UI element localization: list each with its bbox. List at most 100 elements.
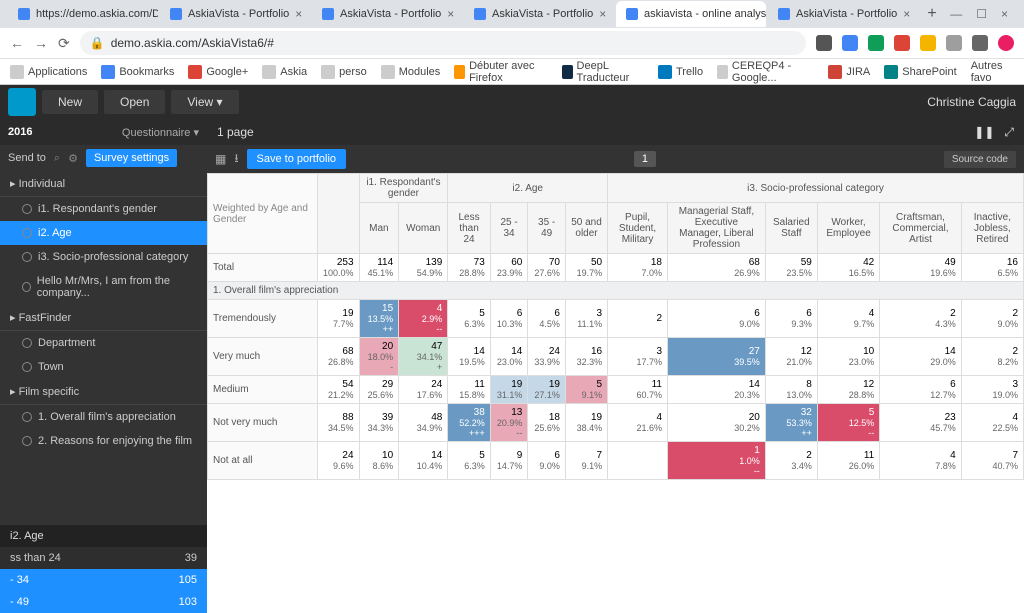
address-bar: ← → ⟳ 🔒 demo.askia.com/AskiaVista6/#	[0, 28, 1024, 58]
extension-icons	[816, 35, 1014, 51]
radio-icon	[22, 204, 32, 214]
preview-row[interactable]: - 34105	[0, 569, 207, 591]
bookmark-item[interactable]: JIRA	[828, 65, 870, 79]
download-icon[interactable]: ⭳	[234, 149, 238, 170]
preview-row[interactable]: ss than 2439	[0, 547, 207, 569]
sidebar-item-label: i1. Respondant's gender	[38, 203, 157, 215]
sidebar-item-label: Hello Mr/Mrs, I am from the company...	[37, 275, 197, 299]
sidebar-item-label: Department	[38, 337, 95, 349]
browser-tab[interactable]: AskiaVista - Portfolio×	[312, 1, 462, 27]
reload-icon[interactable]: ⟳	[58, 35, 70, 52]
bookmark-item[interactable]: SharePoint	[884, 65, 956, 79]
ext-icon[interactable]	[868, 35, 884, 51]
survey-selector[interactable]: 2016 Questionnaire ▾	[0, 119, 207, 145]
sidebar-item-label: 1. Overall film's appreciation	[38, 411, 176, 423]
forward-icon[interactable]: →	[34, 35, 48, 51]
radio-icon	[22, 228, 32, 238]
close-icon[interactable]: ×	[599, 7, 606, 21]
other-bookmarks[interactable]: Autres favo	[971, 60, 1014, 84]
radio-icon	[22, 282, 31, 292]
sidebar-group[interactable]: ▸ FastFinder	[0, 305, 207, 331]
sidebar-item-label: 2. Reasons for enjoying the film	[38, 435, 192, 447]
radio-icon	[22, 436, 32, 446]
bookmark-item[interactable]: Google+	[188, 65, 248, 79]
sidebar-item-label: i2. Age	[38, 227, 72, 239]
bookmark-item[interactable]: Modules	[381, 65, 441, 79]
bookmark-item[interactable]: Débuter avec Firefox	[454, 60, 547, 84]
close-icon[interactable]: ×	[295, 7, 302, 21]
expand-icon[interactable]: ⤢	[1004, 125, 1014, 140]
sidebar-item[interactable]: Hello Mr/Mrs, I am from the company...	[0, 269, 207, 305]
sidebar-item[interactable]: i1. Respondant's gender	[0, 197, 207, 221]
bookmark-item[interactable]: CEREQP4 - Google...	[717, 60, 814, 84]
new-button[interactable]: New	[42, 90, 98, 114]
send-to-label: Send to	[8, 152, 46, 164]
minimize-icon[interactable]: —	[950, 7, 962, 21]
browser-tab-active[interactable]: askiavista - online analysis c×	[616, 1, 766, 27]
sidebar-item[interactable]: 1. Overall film's appreciation	[0, 405, 207, 429]
ext-icon[interactable]	[946, 35, 962, 51]
sidebar-item[interactable]: i3. Socio-professional category	[0, 245, 207, 269]
source-code-button[interactable]: Source code	[944, 151, 1016, 168]
save-portfolio-button[interactable]: Save to portfolio	[247, 149, 347, 169]
radio-icon	[22, 338, 32, 348]
sidebar-item[interactable]: 2. Reasons for enjoying the film	[0, 429, 207, 453]
browser-tab[interactable]: AskiaVista - Portfolio×	[160, 1, 310, 27]
browser-tab[interactable]: AskiaVista - Portfolio×	[768, 1, 918, 27]
browser-chrome: https://demo.askia.com/De...× AskiaVista…	[0, 0, 1024, 85]
preview-header: i2. Age	[0, 525, 207, 547]
bookmark-item[interactable]: Trello	[658, 65, 703, 79]
sidebar-item[interactable]: i2. Age	[0, 221, 207, 245]
app-toolbar: New Open View ▾ Christine Caggia	[0, 85, 1024, 119]
user-label[interactable]: Christine Caggia	[927, 95, 1016, 109]
close-icon[interactable]: ×	[447, 7, 454, 21]
pager[interactable]: 1	[634, 151, 656, 167]
sidebar-item-label: i3. Socio-professional category	[38, 251, 188, 263]
maximize-icon[interactable]: ☐	[976, 7, 987, 21]
avatar[interactable]	[998, 35, 1014, 51]
url-input[interactable]: 🔒 demo.askia.com/AskiaVista6/#	[80, 31, 806, 55]
close-icon[interactable]: ×	[903, 7, 910, 21]
view-button[interactable]: View ▾	[171, 90, 238, 114]
app-container: New Open View ▾ Christine Caggia 2016 Qu…	[0, 85, 1024, 613]
key-icon[interactable]	[816, 35, 832, 51]
ext-icon[interactable]	[842, 35, 858, 51]
bookmarks-bar: Applications Bookmarks Google+ Askia per…	[0, 58, 1024, 84]
url-text: demo.askia.com/AskiaVista6/#	[111, 36, 274, 50]
survey-settings-button[interactable]: Survey settings	[86, 149, 177, 167]
app-logo[interactable]	[8, 88, 36, 116]
browser-tab[interactable]: https://demo.askia.com/De...×	[8, 1, 158, 27]
pause-icon[interactable]: ❚❚	[974, 125, 994, 140]
bookmark-item[interactable]: Askia	[262, 65, 307, 79]
bookmark-item[interactable]: DeepL Traducteur	[562, 60, 644, 84]
menu-icon[interactable]	[972, 35, 988, 51]
sidebar-item[interactable]: Town	[0, 355, 207, 379]
ext-icon[interactable]	[894, 35, 910, 51]
open-button[interactable]: Open	[104, 90, 165, 114]
gear-icon[interactable]: ⚙	[68, 152, 78, 165]
browser-tab[interactable]: AskiaVista - Portfolio×	[464, 1, 614, 27]
preview-row[interactable]: - 49103	[0, 591, 207, 613]
sidebar-group[interactable]: ▸ Individual	[0, 171, 207, 197]
sidebar: 2016 Questionnaire ▾ Send to ⌕ ⚙ Survey …	[0, 119, 207, 613]
sidebar-preview: i2. Age ss than 2439- 34105- 49103	[0, 525, 207, 613]
close-icon[interactable]: ×	[1001, 7, 1008, 21]
crosstab-grid[interactable]: Weighted by Age and Genderi1. Respondant…	[207, 173, 1024, 613]
new-tab-button[interactable]: +	[920, 5, 944, 23]
radio-icon	[22, 252, 32, 262]
bookmark-item[interactable]: perso	[321, 65, 367, 79]
sidebar-item-label: Town	[38, 361, 64, 373]
main-panel: 1 page ❚❚ ⤢ ▦ ⭳ Save to portfolio 1 Sour…	[207, 119, 1024, 613]
layout-icon[interactable]: ▦	[215, 152, 226, 166]
search-icon[interactable]: ⌕	[54, 152, 60, 165]
tabs-bar: https://demo.askia.com/De...× AskiaVista…	[0, 0, 1024, 28]
radio-icon	[22, 412, 32, 422]
back-icon[interactable]: ←	[10, 35, 24, 51]
sidebar-group[interactable]: ▸ Film specific	[0, 379, 207, 405]
sidebar-item[interactable]: Department	[0, 331, 207, 355]
page-label: 1 page	[217, 125, 254, 139]
lock-icon: 🔒	[90, 36, 105, 50]
apps-button[interactable]: Applications	[10, 65, 87, 79]
ext-icon[interactable]	[920, 35, 936, 51]
bookmark-item[interactable]: Bookmarks	[101, 65, 174, 79]
